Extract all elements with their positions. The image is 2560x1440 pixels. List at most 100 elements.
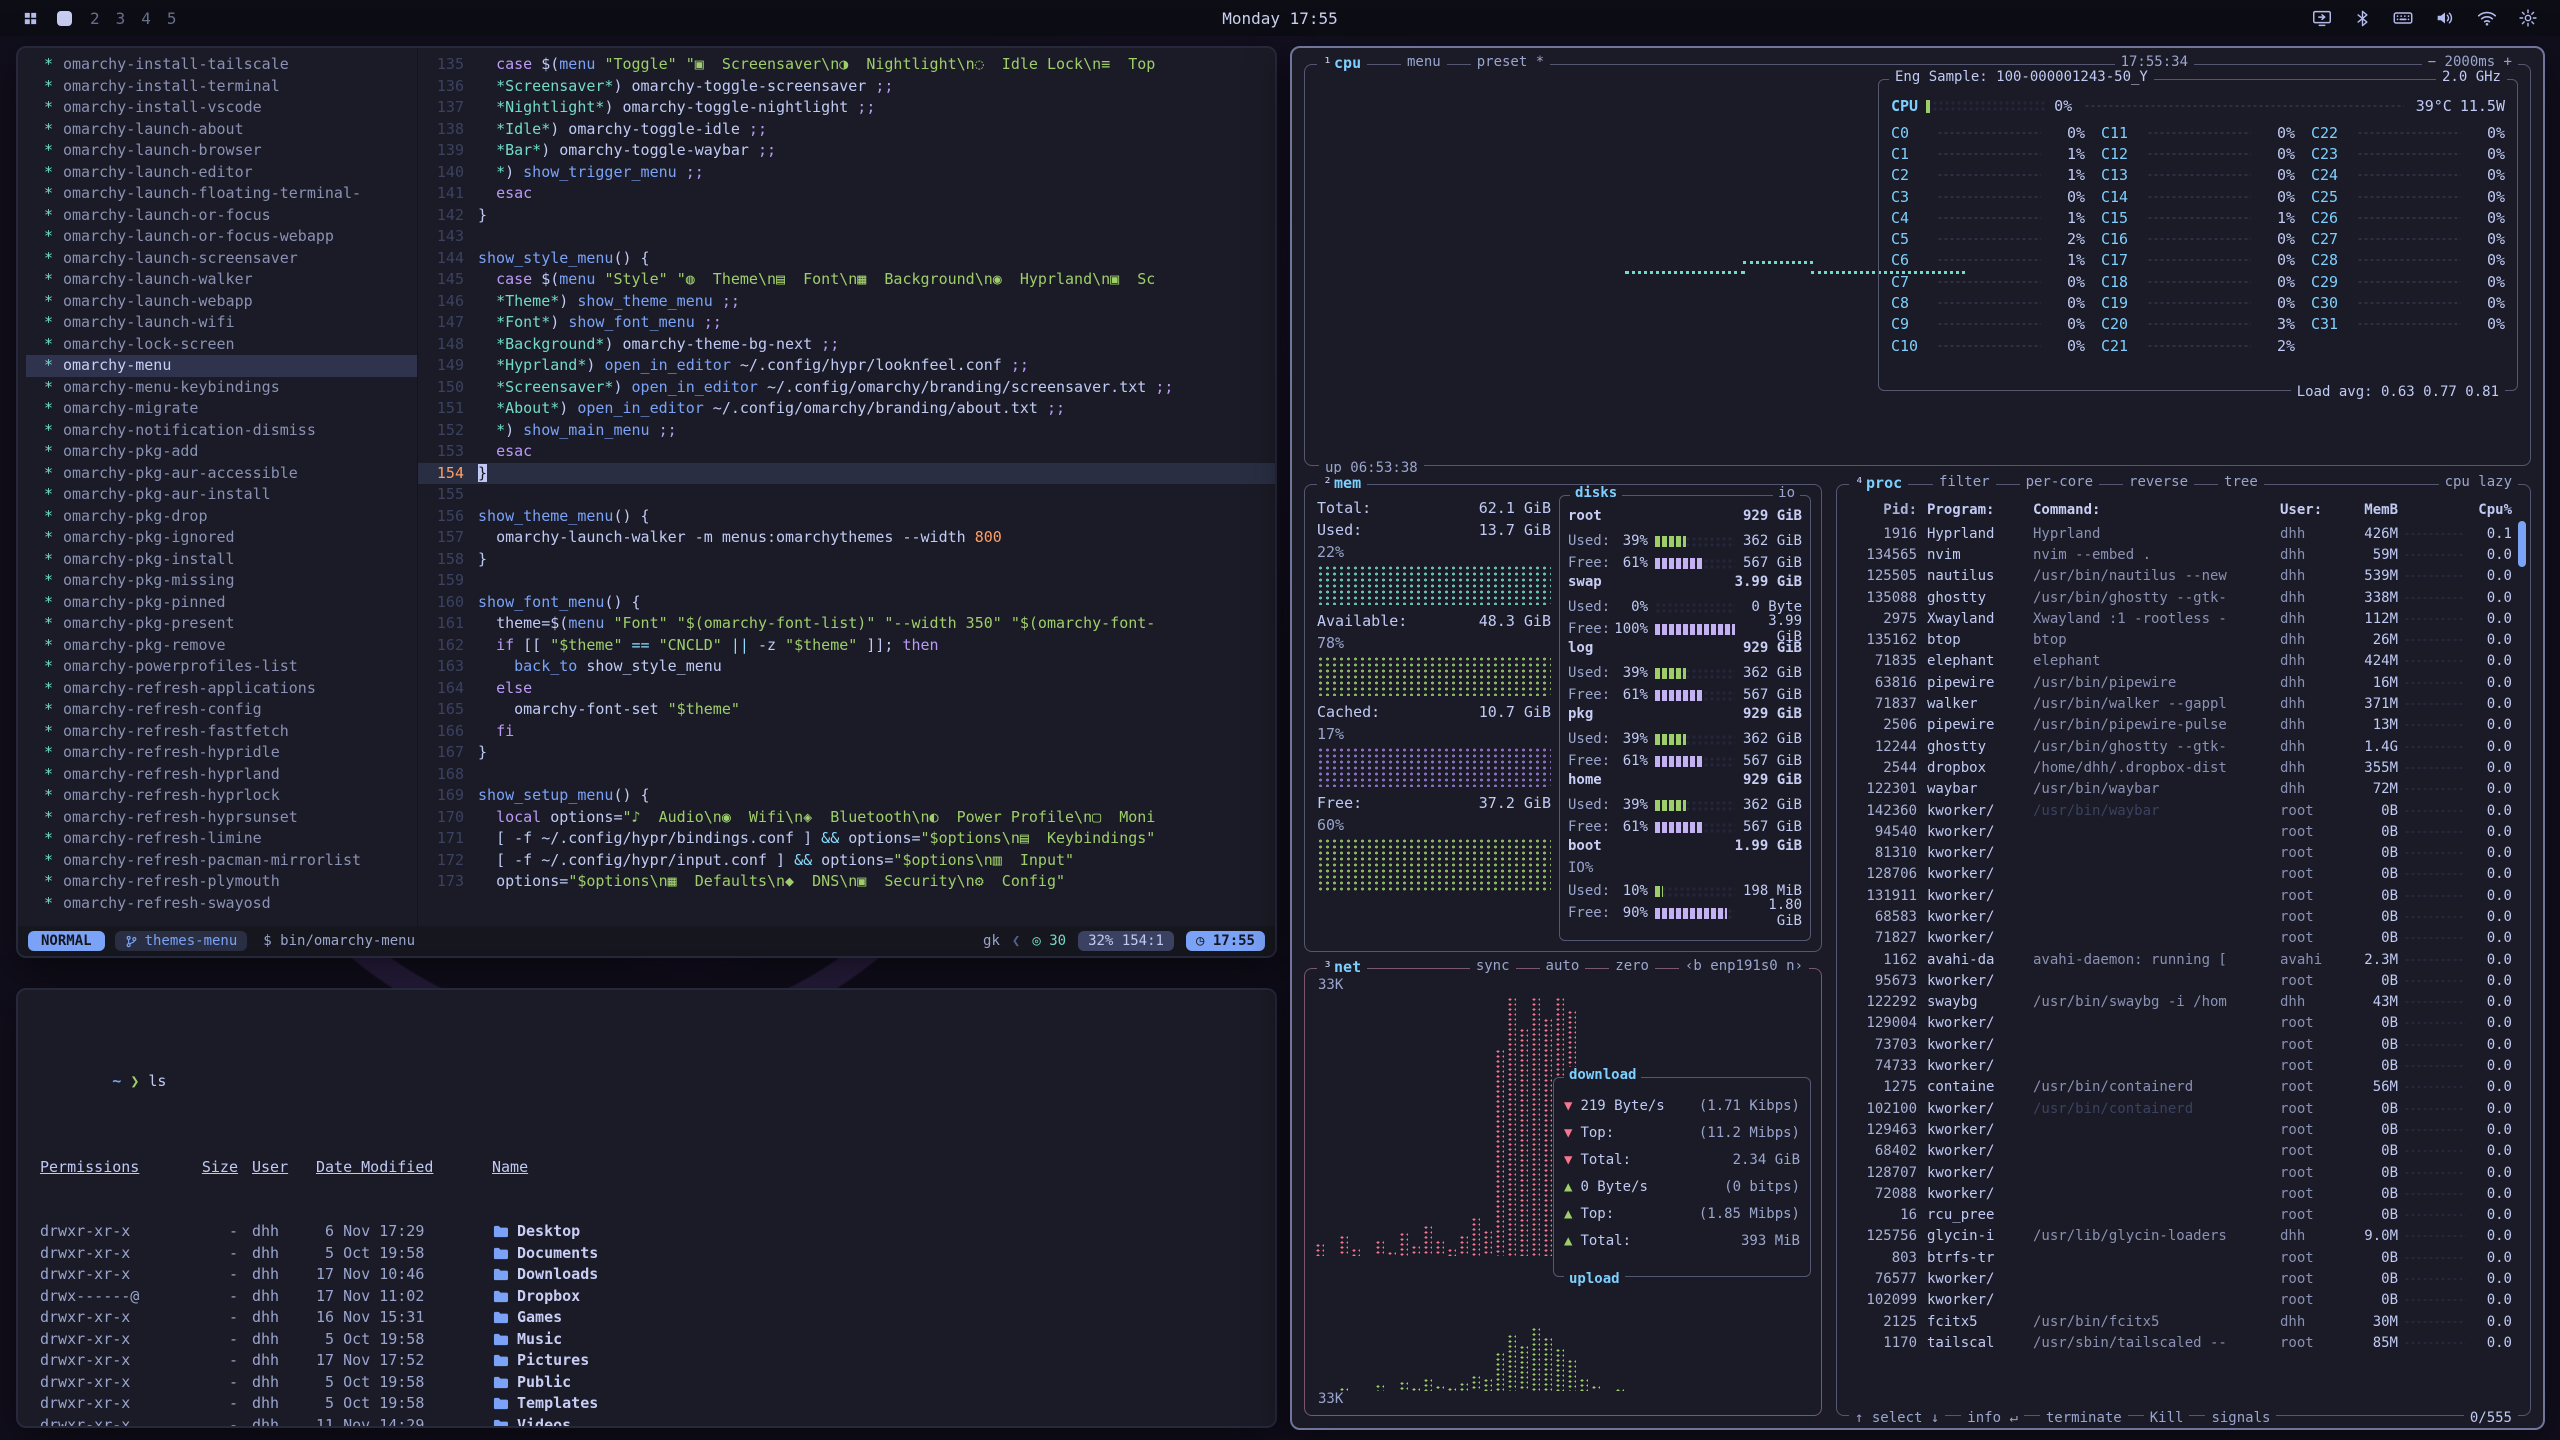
mem-box-title[interactable]: ²mem <box>1317 474 1367 492</box>
filetree-item[interactable]: *omarchy-refresh-limine <box>26 828 417 850</box>
proc-key-terminate[interactable]: terminate <box>2040 1410 2128 1426</box>
process-row[interactable]: 142360kworker//usr/bin/waybarroot0B0.0 <box>1847 800 2520 821</box>
filetree-item[interactable]: *omarchy-launch-or-focus-webapp <box>26 226 417 248</box>
dir-name[interactable]: Downloads <box>492 1264 598 1286</box>
terminal-window[interactable]: ~ ❯ ls Permissions Size User Date Modifi… <box>16 988 1277 1428</box>
process-row[interactable]: 102099kworker/root0B0.0 <box>1847 1290 2520 1311</box>
wifi-icon[interactable] <box>2476 7 2498 29</box>
dir-name[interactable]: Templates <box>492 1393 598 1415</box>
process-row[interactable]: 16rcu_preeroot0B0.0 <box>1847 1205 2520 1226</box>
filetree-item[interactable]: *omarchy-refresh-hyprland <box>26 764 417 786</box>
net-mode-zero[interactable]: zero <box>1609 958 1655 974</box>
git-branch[interactable]: themes-menu <box>115 931 248 951</box>
filetree-item[interactable]: *omarchy-launch-editor <box>26 162 417 184</box>
file-tree[interactable]: *omarchy-install-tailscale *omarchy-insta… <box>18 48 418 926</box>
workspace-active-indicator[interactable] <box>57 11 72 26</box>
process-row[interactable]: 76577kworker/root0B0.0 <box>1847 1268 2520 1289</box>
filetree-item[interactable]: *omarchy-launch-or-focus <box>26 205 417 227</box>
dir-name[interactable]: Documents <box>492 1243 598 1265</box>
net-box-title[interactable]: ³net <box>1317 958 1367 976</box>
keyboard-icon[interactable] <box>2392 7 2414 29</box>
volume-icon[interactable] <box>2434 7 2456 29</box>
proc-option-tree[interactable]: tree <box>2218 474 2264 490</box>
filetree-item[interactable]: *omarchy-lock-screen <box>26 334 417 356</box>
process-row[interactable]: 102100kworker//usr/bin/containerdroot0B0… <box>1847 1098 2520 1119</box>
process-row[interactable]: 135162btopbtopdhh26M0.0 <box>1847 629 2520 650</box>
process-row[interactable]: 2544dropbox/home/dhh/.dropbox-distdhh355… <box>1847 757 2520 778</box>
filetree-item[interactable]: *omarchy-refresh-applications <box>26 678 417 700</box>
proc-option-reverse[interactable]: reverse <box>2123 474 2194 490</box>
filetree-item[interactable]: *omarchy-pkg-drop <box>26 506 417 528</box>
process-row[interactable]: 95673kworker/root0B0.0 <box>1847 970 2520 991</box>
filetree-item[interactable]: *omarchy-pkg-present <box>26 613 417 635</box>
process-row[interactable]: 71835elephantelephantdhh424M0.0 <box>1847 651 2520 672</box>
process-row[interactable]: 122301waybar/usr/bin/waybardhh72M0.0 <box>1847 779 2520 800</box>
filetree-item[interactable]: *omarchy-launch-webapp <box>26 291 417 313</box>
filetree-item[interactable]: *omarchy-pkg-aur-install <box>26 484 417 506</box>
dir-name[interactable]: Public <box>492 1372 571 1394</box>
filetree-item[interactable]: *omarchy-refresh-hyprlock <box>26 785 417 807</box>
process-row[interactable]: 81310kworker/root0B0.0 <box>1847 842 2520 863</box>
process-row[interactable]: 1275containe/usr/bin/containerdroot56M0.… <box>1847 1077 2520 1098</box>
filetree-item[interactable]: *omarchy-launch-browser <box>26 140 417 162</box>
filetree-item[interactable]: *omarchy-pkg-pinned <box>26 592 417 614</box>
filetree-item[interactable]: *omarchy-notification-dismiss <box>26 420 417 442</box>
net-mode-sync[interactable]: sync <box>1470 958 1516 974</box>
process-row[interactable]: 1916HyprlandHyprlanddhh426M0.1 <box>1847 523 2520 544</box>
process-row[interactable]: 71827kworker/root0B0.0 <box>1847 928 2520 949</box>
process-row[interactable]: 2506pipewire/usr/bin/pipewire-pulsedhh13… <box>1847 715 2520 736</box>
process-row[interactable]: 134565nvimnvim --embed .dhh59M0.0 <box>1847 544 2520 565</box>
process-row[interactable]: 128707kworker/root0B0.0 <box>1847 1162 2520 1183</box>
dir-name[interactable]: Dropbox <box>492 1286 580 1308</box>
proc-key-info[interactable]: info ↵ <box>1961 1410 2024 1426</box>
filetree-item[interactable]: *omarchy-menu-keybindings <box>26 377 417 399</box>
screencast-icon[interactable] <box>2311 7 2333 29</box>
filetree-item[interactable]: *omarchy-pkg-remove <box>26 635 417 657</box>
filetree-item[interactable]: *omarchy-refresh-hyprsunset <box>26 807 417 829</box>
process-row[interactable]: 2975XwaylandXwayland :1 -rootless -dhh11… <box>1847 608 2520 629</box>
filetree-item[interactable]: *omarchy-launch-screensaver <box>26 248 417 270</box>
filetree-item[interactable]: *omarchy-pkg-ignored <box>26 527 417 549</box>
filetree-item[interactable]: *omarchy-refresh-fastfetch <box>26 721 417 743</box>
filetree-item[interactable]: *omarchy-launch-floating-terminal- <box>26 183 417 205</box>
proc-key-select[interactable]: ↑ select ↓ <box>1849 1410 1945 1426</box>
filetree-item[interactable]: *omarchy-pkg-missing <box>26 570 417 592</box>
disks-title[interactable]: disks <box>1570 485 1622 501</box>
process-scrollbar[interactable] <box>2518 521 2526 567</box>
proc-sort-selector[interactable]: cpu lazy <box>2439 474 2518 490</box>
workspace-5[interactable]: 5 <box>167 9 177 28</box>
process-row[interactable]: 73703kworker/root0B0.0 <box>1847 1034 2520 1055</box>
filetree-item[interactable]: *omarchy-pkg-add <box>26 441 417 463</box>
proc-key-signals[interactable]: signals <box>2205 1410 2276 1426</box>
filetree-item[interactable]: *omarchy-refresh-swayosd <box>26 893 417 915</box>
workspace-2[interactable]: 2 <box>90 9 100 28</box>
process-row[interactable]: 128706kworker/root0B0.0 <box>1847 864 2520 885</box>
proc-key-kill[interactable]: Kill <box>2144 1410 2190 1426</box>
proc-option-per-core[interactable]: per-core <box>2020 474 2099 490</box>
process-row[interactable]: 125505nautilus/usr/bin/nautilus --newdhh… <box>1847 566 2520 587</box>
process-row[interactable]: 135088ghostty/usr/bin/ghostty --gtk-dhh3… <box>1847 587 2520 608</box>
filetree-item[interactable]: *omarchy-launch-wifi <box>26 312 417 334</box>
process-row[interactable]: 63816pipewire/usr/bin/pipewiredhh16M0.0 <box>1847 672 2520 693</box>
filetree-item[interactable]: *omarchy-refresh-hypridle <box>26 742 417 764</box>
net-mode-auto[interactable]: auto <box>1540 958 1586 974</box>
neovim-window[interactable]: *omarchy-install-tailscale *omarchy-insta… <box>16 46 1277 958</box>
dir-name[interactable]: Music <box>492 1329 562 1351</box>
process-row[interactable]: 131911kworker/root0B0.0 <box>1847 885 2520 906</box>
settings-gear-icon[interactable] <box>2518 8 2538 28</box>
filetree-item[interactable]: *omarchy-launch-walker <box>26 269 417 291</box>
code-editor[interactable]: 135 case $(menu "Toggle" "▣ Screensaver\… <box>418 48 1275 926</box>
process-row[interactable]: 12244ghostty/usr/bin/ghostty --gtk-dhh1.… <box>1847 736 2520 757</box>
sort-column[interactable]: Cpu% <box>2472 502 2520 518</box>
filetree-item[interactable]: *omarchy-refresh-config <box>26 699 417 721</box>
filetree-item[interactable]: *omarchy-launch-about <box>26 119 417 141</box>
dir-name[interactable]: Pictures <box>492 1350 589 1372</box>
bluetooth-icon[interactable] <box>2353 9 2372 28</box>
btop-menu-button[interactable]: menu <box>1401 54 1447 70</box>
cpu-box-title[interactable]: ¹cpu <box>1317 54 1367 72</box>
dir-name[interactable]: Games <box>492 1307 562 1329</box>
filetree-item[interactable]: *omarchy-install-tailscale <box>26 54 417 76</box>
dir-name[interactable]: Desktop <box>492 1221 580 1243</box>
btop-window[interactable]: ¹cpu menu preset * 17:55:34 − 2000ms + E… <box>1290 46 2545 1430</box>
filetree-item[interactable]: *omarchy-install-vscode <box>26 97 417 119</box>
